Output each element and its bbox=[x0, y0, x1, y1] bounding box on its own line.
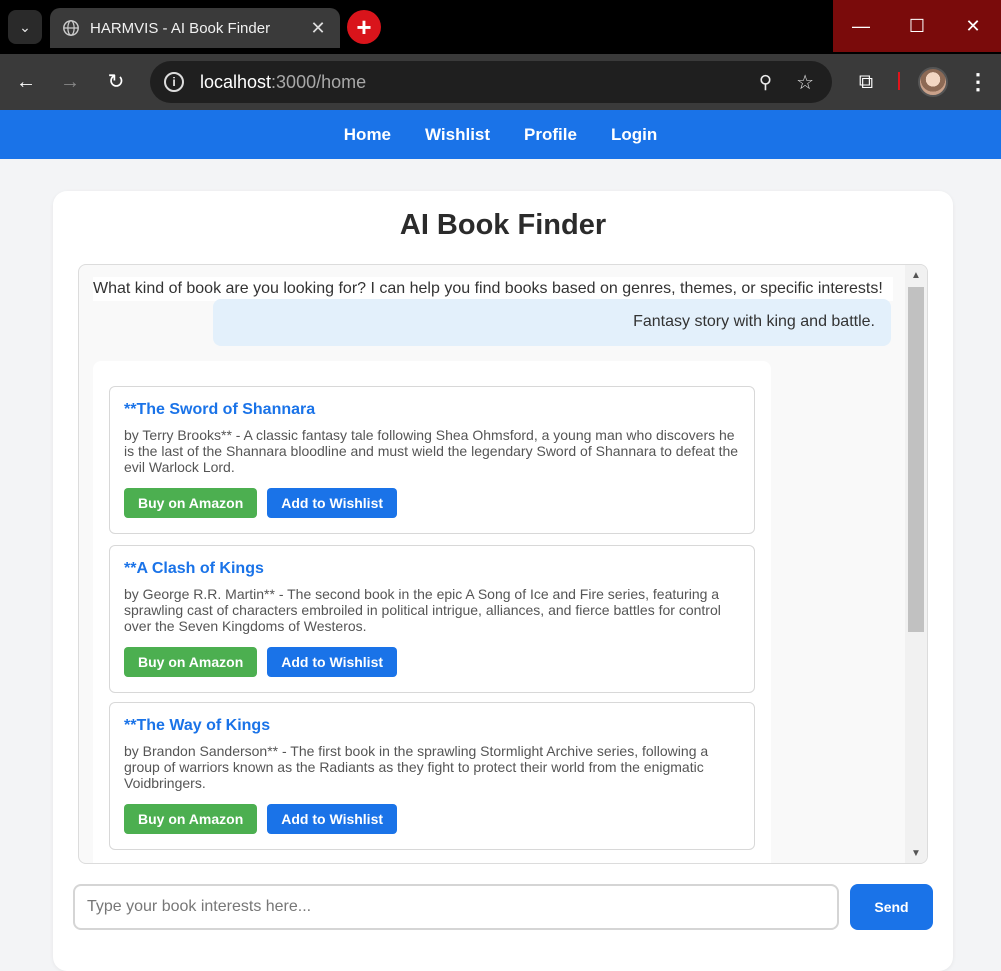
window-close-icon[interactable]: ✕ bbox=[945, 0, 1001, 52]
add-to-wishlist-button[interactable]: Add to Wishlist bbox=[267, 804, 398, 834]
scrollbar-thumb[interactable] bbox=[908, 287, 924, 632]
maximize-icon[interactable]: ☐ bbox=[889, 0, 945, 52]
tab-list-chevron-icon[interactable]: ⌄ bbox=[8, 10, 42, 44]
extensions-puzzle-icon[interactable]: ⧉ bbox=[852, 68, 880, 96]
browser-tab-bar: ⌄ HARMVIS - AI Book Finder ✕ + — ☐ ✕ bbox=[0, 0, 1001, 54]
nav-home-link[interactable]: Home bbox=[344, 125, 391, 145]
bookmark-star-icon[interactable]: ☆ bbox=[796, 70, 814, 95]
address-bar[interactable]: i localhost:3000/home ⚲ ☆ bbox=[150, 61, 832, 103]
reload-icon[interactable]: ↻ bbox=[102, 68, 130, 96]
window-controls: — ☐ ✕ bbox=[833, 0, 1001, 52]
scroll-down-arrow-icon[interactable]: ▼ bbox=[905, 845, 927, 863]
bot-greeting-message: What kind of book are you looking for? I… bbox=[93, 277, 893, 301]
book-title[interactable]: **The Way of Kings bbox=[124, 717, 740, 735]
add-to-wishlist-button[interactable]: Add to Wishlist bbox=[267, 488, 398, 518]
book-results: **The Sword of Shannara by Terry Brooks*… bbox=[93, 361, 771, 863]
book-interests-input[interactable] bbox=[73, 884, 839, 930]
new-tab-plus-icon[interactable]: + bbox=[347, 10, 381, 44]
nav-profile-link[interactable]: Profile bbox=[524, 125, 577, 145]
back-arrow-icon[interactable]: ← bbox=[12, 68, 40, 96]
tab-title: HARMVIS - AI Book Finder bbox=[90, 19, 271, 37]
chat-scrollbar[interactable]: ▲ ▼ bbox=[905, 265, 927, 863]
globe-icon bbox=[63, 20, 79, 36]
buy-on-amazon-button[interactable]: Buy on Amazon bbox=[124, 647, 258, 677]
buy-on-amazon-button[interactable]: Buy on Amazon bbox=[124, 488, 258, 518]
toolbar-divider bbox=[898, 72, 900, 90]
book-actions: Buy on Amazon Add to Wishlist bbox=[124, 488, 398, 518]
app-nav: Home Wishlist Profile Login bbox=[0, 110, 1001, 159]
close-tab-icon[interactable]: ✕ bbox=[308, 18, 328, 39]
buy-on-amazon-button[interactable]: Buy on Amazon bbox=[124, 804, 258, 834]
nav-login-link[interactable]: Login bbox=[611, 125, 657, 145]
browser-toolbar: ← → ↻ i localhost:3000/home ⚲ ☆ bbox=[0, 54, 1001, 110]
book-card: **The Sword of Shannara by Terry Brooks*… bbox=[109, 386, 755, 534]
book-description: by George R.R. Martin** - The second boo… bbox=[124, 586, 721, 634]
user-message: Fantasy story with king and battle. bbox=[213, 299, 891, 346]
book-actions: Buy on Amazon Add to Wishlist bbox=[124, 804, 398, 834]
add-to-wishlist-button[interactable]: Add to Wishlist bbox=[267, 647, 398, 677]
book-description: by Terry Brooks** - A classic fantasy ta… bbox=[124, 427, 739, 475]
browser-menu-icon[interactable]: ⋮ bbox=[966, 68, 990, 96]
page-title: AI Book Finder bbox=[399, 209, 607, 241]
browser-tab[interactable]: HARMVIS - AI Book Finder ✕ bbox=[50, 8, 340, 48]
book-card: **A Clash of Kings by George R.R. Martin… bbox=[109, 545, 755, 693]
zoom-icon[interactable]: ⚲ bbox=[759, 72, 772, 93]
book-finder-card: AI Book Finder What kind of book are you… bbox=[53, 191, 953, 971]
book-title[interactable]: **A Clash of Kings bbox=[124, 560, 740, 578]
book-card: **The Way of Kings by Brandon Sanderson*… bbox=[109, 702, 755, 850]
profile-avatar[interactable] bbox=[918, 67, 948, 97]
chat-window[interactable]: What kind of book are you looking for? I… bbox=[78, 264, 928, 864]
book-actions: Buy on Amazon Add to Wishlist bbox=[124, 647, 398, 677]
nav-wishlist-link[interactable]: Wishlist bbox=[425, 125, 490, 145]
chat-messages: What kind of book are you looking for? I… bbox=[79, 265, 907, 863]
send-button[interactable]: Send bbox=[850, 884, 933, 930]
forward-arrow-icon[interactable]: → bbox=[56, 68, 84, 96]
chat-input-row: Send bbox=[73, 884, 933, 930]
book-description: by Brandon Sanderson** - The first book … bbox=[124, 743, 709, 791]
scroll-up-arrow-icon[interactable]: ▲ bbox=[905, 267, 927, 285]
site-info-icon[interactable]: i bbox=[164, 72, 184, 92]
book-title[interactable]: **The Sword of Shannara bbox=[124, 401, 740, 419]
minimize-icon[interactable]: — bbox=[833, 0, 889, 52]
url-host: localhost bbox=[200, 71, 272, 92]
url-path: :3000/home bbox=[271, 71, 367, 92]
